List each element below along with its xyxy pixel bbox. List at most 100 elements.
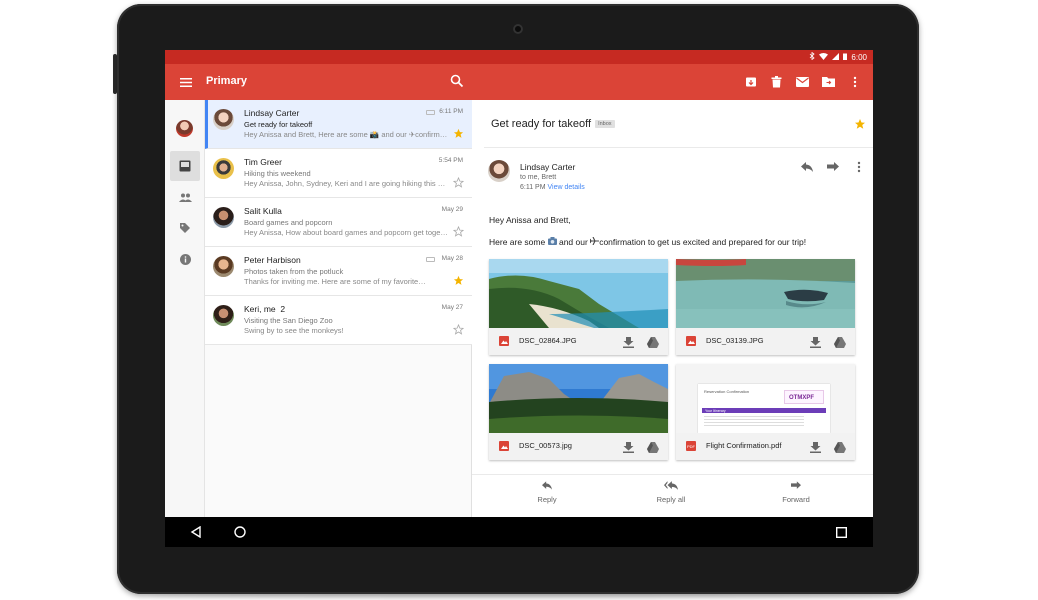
- message-sender: Lindsay Carter: [520, 162, 576, 172]
- forward-icon[interactable]: [826, 160, 840, 174]
- attachment-bar: PDF Flight Confirmation.pdf: [676, 433, 855, 460]
- reply-icon[interactable]: [800, 160, 814, 174]
- view-details-link[interactable]: View details: [548, 184, 585, 191]
- battery-icon: [843, 53, 848, 62]
- image-file-icon: [499, 441, 509, 451]
- menu-icon[interactable]: [177, 73, 195, 91]
- archive-icon[interactable]: [742, 73, 759, 90]
- thread-snippet: Hey Anissa, How about board games and po…: [244, 228, 448, 237]
- thread-subject: Get ready for takeoff: [244, 120, 313, 129]
- download-icon[interactable]: [623, 335, 634, 348]
- thread-subject: Hiking this weekend: [244, 169, 311, 178]
- thread-snippet: Thanks for inviting me. Here are some of…: [244, 277, 426, 286]
- thread-row-lindsay[interactable]: Lindsay Carter 6:11 PM Get ready for tak…: [205, 100, 472, 149]
- sender-avatar: [213, 109, 234, 130]
- social-people-icon[interactable]: [170, 182, 200, 212]
- reply-label: Reply: [537, 495, 557, 504]
- more-vert-icon[interactable]: [846, 73, 863, 90]
- save-to-drive-icon[interactable]: [834, 335, 846, 348]
- thread-sender: Peter Harbison: [244, 255, 301, 265]
- thread-row-peter[interactable]: Peter Harbison May 28 Photos taken from …: [205, 247, 472, 296]
- download-icon[interactable]: [810, 440, 821, 453]
- message-time: 6:11 PM: [520, 184, 546, 191]
- home-icon[interactable]: [233, 525, 247, 539]
- attachment-name: DSC_03139.JPG: [706, 336, 764, 345]
- thread-time: 5:54 PM: [438, 157, 463, 164]
- recents-icon[interactable]: [834, 525, 848, 539]
- conversation-subject: Get ready for takeoff Inbox: [491, 118, 615, 130]
- thread-snippet: Hey Anissa and Brett, Here are some 📸 an…: [244, 130, 449, 139]
- info-icon[interactable]: [170, 244, 200, 274]
- thread-time: May 28: [441, 255, 463, 262]
- thread-row-salit[interactable]: Salit Kulla May 29 Board games and popco…: [205, 198, 472, 247]
- attachment-name: DSC_00573.jpg: [519, 441, 572, 450]
- star-outline-icon[interactable]: [452, 322, 465, 335]
- navigation-rail: [165, 100, 205, 517]
- reply-all-icon: [641, 481, 701, 493]
- thread-row-tim[interactable]: Tim Greer 5:54 PM Hiking this weekend He…: [205, 149, 472, 198]
- inbox-icon[interactable]: [170, 151, 200, 181]
- move-to-folder-icon[interactable]: [820, 73, 837, 90]
- status-bar: 6:00: [165, 50, 873, 64]
- image-file-icon: [499, 336, 509, 346]
- app-bar-actions: [742, 73, 863, 90]
- beach-photo-thumbnail: [489, 259, 668, 328]
- sender-avatar: [213, 256, 234, 277]
- download-icon[interactable]: [810, 335, 821, 348]
- more-vert-icon[interactable]: [852, 160, 866, 174]
- attachment-name: Flight Confirmation.pdf: [706, 441, 782, 450]
- gmail-screen: 6:00 Primary Lindsay Carter 6:11 PM Get …: [165, 50, 873, 547]
- sender-avatar[interactable]: [488, 160, 510, 182]
- pdf-file-icon: PDF: [686, 441, 696, 451]
- message-meta: 6:11 PM View details: [520, 184, 585, 191]
- message-recipients: to me, Brett: [520, 174, 557, 181]
- label-tag-icon: [426, 257, 435, 262]
- message-body: Here are some and our confirmation to ge…: [489, 236, 806, 247]
- thread-row-keri[interactable]: Keri, me 2 May 27 Visiting the San Diego…: [205, 296, 472, 345]
- attachment-card[interactable]: DSC_03139.JPG: [676, 259, 855, 355]
- mark-unread-icon[interactable]: [794, 73, 811, 90]
- image-file-icon: [686, 336, 696, 346]
- star-outline-icon[interactable]: [452, 224, 465, 237]
- back-icon[interactable]: [189, 525, 203, 539]
- label-tag-icon[interactable]: [170, 213, 200, 243]
- pdf-section-bar: Your Itinerary: [702, 408, 826, 413]
- search-icon[interactable]: [449, 73, 465, 89]
- star-filled-icon[interactable]: [453, 273, 464, 285]
- star-outline-icon[interactable]: [452, 175, 465, 188]
- message-greeting: Hey Anissa and Brett,: [489, 215, 571, 225]
- reply-actions-bar: Reply Reply all Forward: [472, 474, 873, 514]
- download-icon[interactable]: [623, 440, 634, 453]
- thread-snippet: Hey Anissa, John, Sydney, Keri and I are…: [244, 179, 449, 188]
- save-to-drive-icon[interactable]: [834, 440, 846, 453]
- attachment-card[interactable]: DSC_00573.jpg: [489, 364, 668, 460]
- wifi-icon: [819, 52, 829, 62]
- pdf-preview-thumbnail: Reservation Confirmation OTMXPF Your Iti…: [676, 364, 855, 433]
- inbox-label-chip[interactable]: Inbox: [595, 120, 615, 129]
- thread-time: May 27: [441, 304, 463, 311]
- conversation-view: Get ready for takeoff Inbox Lindsay Carte…: [472, 100, 873, 517]
- reply-all-button[interactable]: Reply all: [641, 481, 701, 504]
- account-avatar[interactable]: [176, 120, 193, 137]
- label-tag-icon: [426, 110, 435, 115]
- pdf-confirmation-code: OTMXPF: [789, 395, 814, 401]
- attachment-bar: DSC_02864.JPG: [489, 328, 668, 355]
- star-filled-icon[interactable]: [854, 117, 866, 129]
- pdf-heading: Reservation Confirmation: [704, 389, 750, 394]
- attachment-card[interactable]: Reservation Confirmation OTMXPF Your Iti…: [676, 364, 855, 460]
- save-to-drive-icon[interactable]: [647, 440, 659, 453]
- thread-sender: Keri, me 2: [244, 304, 285, 314]
- forward-button[interactable]: Forward: [766, 481, 826, 504]
- thread-sender: Lindsay Carter: [244, 108, 300, 118]
- reply-button[interactable]: Reply: [517, 481, 577, 504]
- star-filled-icon[interactable]: [453, 126, 464, 138]
- lake-boat-photo-thumbnail: [676, 259, 855, 328]
- thread-sender: Salit Kulla: [244, 206, 282, 216]
- attachment-card[interactable]: DSC_02864.JPG: [489, 259, 668, 355]
- attachment-bar: DSC_00573.jpg: [489, 433, 668, 460]
- delete-icon[interactable]: [768, 73, 785, 90]
- thread-time: 6:11 PM: [439, 108, 463, 115]
- sender-avatar: [213, 158, 234, 179]
- forward-label: Forward: [782, 495, 810, 504]
- save-to-drive-icon[interactable]: [647, 335, 659, 348]
